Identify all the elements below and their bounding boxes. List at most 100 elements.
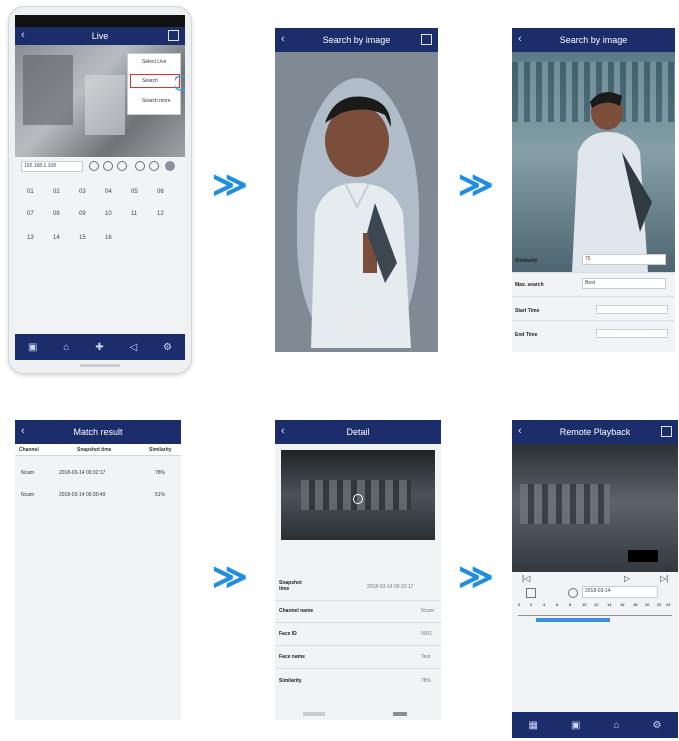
playback-video[interactable]	[512, 444, 678, 572]
tick: 0	[518, 602, 521, 607]
ptz-icon-3[interactable]	[117, 161, 127, 171]
home-icon[interactable]: ⌂	[63, 342, 69, 353]
channel-item[interactable]: 08	[53, 211, 60, 217]
page-title: Remote Playback	[559, 427, 631, 437]
end-time-field[interactable]	[596, 329, 668, 338]
detail-label: Snapshot time	[279, 580, 302, 592]
bottom-action-2[interactable]	[393, 712, 407, 716]
similarity-field[interactable]: 75	[582, 254, 666, 265]
tick: 22	[657, 602, 662, 607]
layout-icon[interactable]	[661, 426, 672, 437]
col-channel: Channel	[19, 447, 39, 453]
device-field[interactable]: 192.168.1.108	[21, 161, 83, 172]
settings-icon[interactable]: ⚙	[653, 720, 662, 731]
timeline-ruler[interactable]: 0 2 4 6 8 10 12 14 16 18 20 22 24	[518, 602, 672, 616]
ptz-icon-6[interactable]	[165, 161, 175, 171]
detail-value: 78%	[421, 678, 432, 684]
channel-item[interactable]: 03	[79, 189, 86, 195]
recording-segment[interactable]	[536, 618, 610, 622]
detail-screen: ‹ Detail Snapshot time 2018-03-14 09:32:…	[275, 420, 441, 720]
channel-item[interactable]: 09	[79, 211, 86, 217]
start-time-field[interactable]	[596, 305, 668, 314]
channel-item[interactable]: 15	[79, 235, 86, 241]
back-icon[interactable]: ‹	[21, 425, 25, 437]
menu-item-search-more[interactable]: Search more	[142, 98, 171, 104]
back-icon[interactable]: ‹	[21, 29, 25, 41]
max-search-field[interactable]: Best	[582, 278, 666, 289]
record-icon[interactable]: ⌂	[613, 720, 619, 731]
tick: 12	[594, 602, 599, 607]
col-snapshot-time: Snapshot time	[77, 447, 112, 453]
tick: 2	[530, 602, 533, 607]
settings-icon[interactable]: ⚙	[163, 342, 172, 353]
person-photo	[311, 96, 411, 348]
ptz-icon-4[interactable]	[135, 161, 145, 171]
row-channel: Ncam	[21, 492, 35, 498]
zoom-icon[interactable]	[353, 494, 363, 504]
play-icon[interactable]: ▷	[624, 574, 630, 583]
tick: 16	[620, 602, 625, 607]
back-icon[interactable]: ‹	[281, 425, 285, 437]
phone-home-bar	[80, 364, 120, 367]
channel-item[interactable]: 11	[131, 211, 137, 217]
ptz-icon-1[interactable]	[89, 161, 99, 171]
channel-item[interactable]: 07	[27, 211, 34, 217]
table-row[interactable]: Ncam 2018-03-14 09:30:49 51%	[15, 486, 181, 506]
menu-icon[interactable]	[168, 30, 179, 41]
capture-button[interactable]	[341, 312, 371, 342]
edit-icon[interactable]: ✎	[668, 255, 674, 263]
next-icon[interactable]: ▷|	[660, 574, 668, 583]
prev-icon[interactable]: |◁	[522, 574, 530, 583]
back-icon[interactable]: ‹	[518, 33, 522, 45]
table-row[interactable]: Ncam 2018-03-14 09:32:17 78%	[15, 464, 181, 484]
channel-item[interactable]: 10	[105, 211, 112, 217]
channel-item[interactable]: 02	[53, 189, 60, 195]
tick: 6	[556, 602, 559, 607]
channel-item[interactable]: 04	[105, 189, 112, 195]
date-icon	[568, 588, 578, 598]
divider	[275, 668, 441, 669]
ptz-icon-5[interactable]	[149, 161, 159, 171]
detail-label: Channel name	[279, 608, 314, 614]
detail-label: Face name	[279, 654, 305, 660]
match-result-screen: ‹ Match result Channel Snapshot time Sim…	[15, 420, 181, 720]
divider	[275, 600, 441, 601]
back-icon[interactable]: ‹	[518, 425, 522, 437]
menu-item-select-live[interactable]: Select Live	[142, 59, 166, 65]
row-similarity: 51%	[155, 492, 166, 498]
calendar-icon[interactable]	[526, 588, 536, 598]
tick: 10	[582, 602, 587, 607]
bottom-action-1[interactable]	[303, 712, 325, 716]
channel-item[interactable]: 12	[157, 211, 164, 217]
search-form-navbar: ‹ Search by image	[512, 28, 675, 52]
date-field[interactable]: 2018-03-14	[582, 586, 658, 598]
tick: 20	[645, 602, 650, 607]
channel-item[interactable]: 01	[27, 189, 34, 195]
snapshot-icon[interactable]: ▣	[571, 720, 580, 731]
detail-value: 0001	[421, 631, 433, 637]
crop-icon[interactable]	[421, 34, 432, 45]
channel-item[interactable]: 16	[105, 235, 112, 241]
channel-item[interactable]: 05	[131, 189, 138, 195]
row-time: 2018-03-14 09:32:17	[59, 470, 106, 476]
remote-playback-screen: ‹ Remote Playback |◁ ▷ ▷| 2018-03-14 0 2…	[512, 420, 678, 738]
arrow-right-icon: ≫	[212, 558, 248, 596]
channel-item[interactable]: 06	[157, 189, 164, 195]
channel-item[interactable]: 13	[27, 235, 34, 241]
add-icon[interactable]: ✚	[95, 342, 103, 353]
grid-icon[interactable]: ▦	[529, 720, 538, 731]
divider	[512, 320, 675, 321]
menu-item-search[interactable]: Search	[142, 78, 158, 84]
channel-item[interactable]: 14	[53, 235, 60, 241]
camera-icon[interactable]: ▣	[28, 342, 37, 353]
tick: 8	[569, 602, 572, 607]
back-icon[interactable]: ‹	[281, 33, 285, 45]
playback-navbar: ‹ Remote Playback	[512, 420, 678, 444]
detail-value: Ncam	[421, 608, 435, 614]
ptz-icon-2[interactable]	[103, 161, 113, 171]
page-title: Match result	[73, 427, 123, 437]
playback-icon[interactable]: ◁	[129, 342, 137, 353]
video-detail-2	[85, 75, 125, 135]
reference-photo	[512, 52, 675, 272]
snapshot-video[interactable]	[281, 450, 435, 540]
